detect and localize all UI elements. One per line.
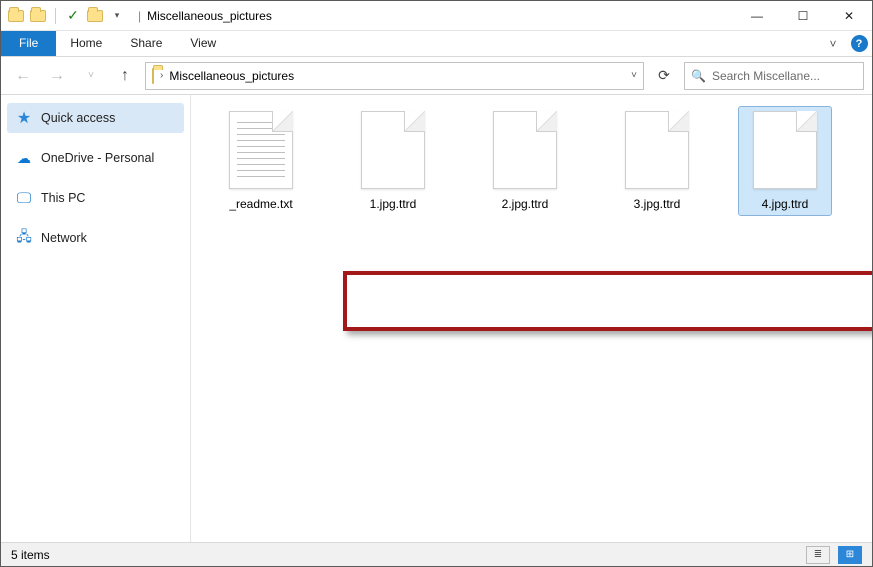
tab-view[interactable]: View <box>176 31 230 56</box>
breadcrumb-folder[interactable]: Miscellaneous_pictures <box>169 69 294 83</box>
sidebar-item-network[interactable]: 🖧 Network <box>1 223 190 253</box>
file-list: _readme.txt 1.jpg.ttrd 2.jpg.ttrd 3.jpg.… <box>191 95 872 227</box>
properties-check-icon[interactable]: ✓ <box>64 7 82 25</box>
search-box[interactable]: 🔍 Search Miscellane... <box>684 62 864 90</box>
file-name: 3.jpg.ttrd <box>634 197 681 211</box>
explorer-window: ✓ ▾ | Miscellaneous_pictures — ☐ ✕ File … <box>0 0 873 567</box>
qat-dropdown-icon[interactable]: ▾ <box>108 7 126 25</box>
maximize-button[interactable]: ☐ <box>780 1 826 30</box>
file-name: 4.jpg.ttrd <box>762 197 809 211</box>
file-icon <box>493 111 557 189</box>
file-icon <box>625 111 689 189</box>
text-file-icon <box>229 111 293 189</box>
forward-button[interactable]: → <box>43 62 71 90</box>
up-button[interactable]: ↑ <box>111 62 139 90</box>
refresh-button[interactable]: ⟳ <box>650 62 678 90</box>
star-icon: ★ <box>15 109 33 127</box>
ribbon-tabs: File Home Share View ˅ ? <box>1 31 872 57</box>
folder-icon <box>7 7 25 25</box>
quick-access-toolbar: ✓ ▾ <box>1 7 132 25</box>
file-name: 1.jpg.ttrd <box>370 197 417 211</box>
tab-home[interactable]: Home <box>56 31 116 56</box>
view-details-button[interactable]: ≣ <box>806 546 830 564</box>
view-large-icons-button[interactable]: ⊞ <box>838 546 862 564</box>
address-dropdown-icon[interactable]: ˅ <box>631 70 637 81</box>
sidebar-item-onedrive[interactable]: ☁ OneDrive - Personal <box>1 143 190 173</box>
back-button[interactable]: ← <box>9 62 37 90</box>
sidebar-item-label: This PC <box>41 191 85 205</box>
file-item[interactable]: 2.jpg.ttrd <box>479 111 571 211</box>
address-bar-row: ← → ˅ ↑ › Miscellaneous_pictures ˅ ⟳ 🔍 S… <box>1 57 872 95</box>
navigation-pane: ★ Quick access ☁ OneDrive - Personal 🖵 T… <box>1 95 191 542</box>
title-bar: ✓ ▾ | Miscellaneous_pictures — ☐ ✕ <box>1 1 872 31</box>
ribbon-expand-icon[interactable]: ˅ <box>820 31 846 56</box>
search-icon: 🔍 <box>691 69 706 83</box>
file-item[interactable]: 1.jpg.ttrd <box>347 111 439 211</box>
status-item-count: 5 items <box>11 548 50 562</box>
file-pane[interactable]: _readme.txt 1.jpg.ttrd 2.jpg.ttrd 3.jpg.… <box>191 95 872 542</box>
tab-share[interactable]: Share <box>116 31 176 56</box>
app-folder-icon <box>29 7 47 25</box>
close-button[interactable]: ✕ <box>826 1 872 30</box>
annotation-highlight-box <box>343 271 872 331</box>
address-bar[interactable]: › Miscellaneous_pictures ˅ <box>145 62 644 90</box>
title-separator: | <box>138 9 141 23</box>
file-name: _readme.txt <box>229 197 292 211</box>
recent-locations-dropdown[interactable]: ˅ <box>77 62 105 90</box>
new-folder-qat-icon[interactable] <box>86 7 104 25</box>
sidebar-item-this-pc[interactable]: 🖵 This PC <box>1 183 190 213</box>
file-name: 2.jpg.ttrd <box>502 197 549 211</box>
window-title: Miscellaneous_pictures <box>147 9 272 23</box>
help-icon: ? <box>851 35 868 52</box>
status-bar: 5 items ≣ ⊞ <box>1 542 872 566</box>
monitor-icon: 🖵 <box>15 189 33 207</box>
sidebar-item-label: Network <box>41 231 87 245</box>
help-button[interactable]: ? <box>846 31 872 56</box>
file-item[interactable]: _readme.txt <box>215 111 307 211</box>
window-controls: — ☐ ✕ <box>734 1 872 30</box>
sidebar-item-label: Quick access <box>41 111 115 125</box>
file-icon <box>361 111 425 189</box>
tab-file[interactable]: File <box>1 31 56 56</box>
search-placeholder: Search Miscellane... <box>712 69 820 83</box>
folder-icon <box>152 69 154 83</box>
minimize-button[interactable]: — <box>734 1 780 30</box>
network-icon: 🖧 <box>15 229 33 247</box>
body: ★ Quick access ☁ OneDrive - Personal 🖵 T… <box>1 95 872 542</box>
sidebar-item-label: OneDrive - Personal <box>41 151 154 165</box>
chevron-right-icon[interactable]: › <box>160 70 163 81</box>
cloud-icon: ☁ <box>15 149 33 167</box>
sidebar-item-quick-access[interactable]: ★ Quick access <box>7 103 184 133</box>
file-item[interactable]: 3.jpg.ttrd <box>611 111 703 211</box>
file-item[interactable]: 4.jpg.ttrd <box>739 107 831 215</box>
divider <box>55 8 56 24</box>
file-icon <box>753 111 817 189</box>
